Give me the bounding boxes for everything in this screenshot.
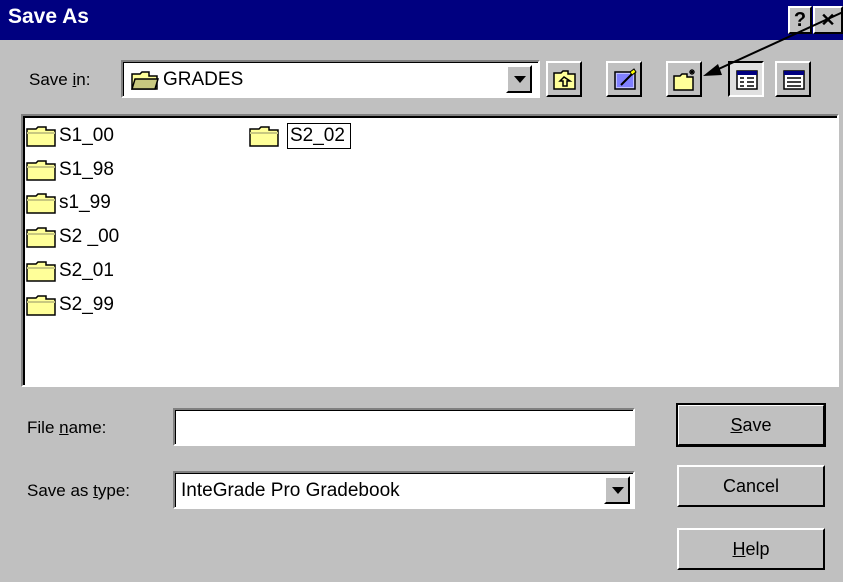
create-new-folder-icon [673, 69, 695, 91]
create-new-folder-button[interactable] [666, 61, 702, 97]
list-item[interactable]: S2_02 [249, 121, 429, 151]
save-as-dialog: Save As ? ✕ Save in: GRADES S1_00 S1_98 … [0, 0, 843, 582]
file-name-label: File name: [27, 418, 107, 437]
save-as-type-label: Save as type: [27, 481, 131, 500]
folder-icon [26, 193, 56, 214]
save-button[interactable]: Save [676, 403, 826, 447]
chevron-down-icon [612, 487, 624, 494]
list-item[interactable]: S2_01 [26, 256, 206, 286]
cancel-button[interactable]: Cancel [677, 465, 825, 507]
help-button[interactable]: Help [677, 528, 825, 570]
chevron-down-icon [514, 76, 526, 83]
save-as-type-dropdown-button[interactable] [604, 476, 630, 504]
save-in-dropdown-button[interactable] [506, 65, 532, 93]
file-name-input[interactable] [173, 408, 635, 446]
go-to-favorites-button[interactable] [606, 61, 642, 97]
list-item[interactable]: S1_98 [26, 155, 206, 185]
folder-icon [26, 261, 56, 282]
file-name: S1_00 [59, 125, 114, 146]
details-view-button[interactable] [775, 61, 811, 97]
list-item[interactable]: s1_99 [26, 188, 206, 218]
list-item[interactable]: S2_99 [26, 290, 206, 320]
list-view-icon [736, 70, 758, 90]
folder-icon [26, 126, 56, 147]
go-to-favorites-icon [614, 68, 637, 90]
folder-icon [26, 227, 56, 248]
open-folder-icon [131, 71, 159, 90]
file-name: s1_99 [59, 192, 111, 213]
folder-icon [249, 126, 279, 147]
folder-icon [26, 295, 56, 316]
file-name: S2_99 [59, 294, 114, 315]
file-name: S1_98 [59, 159, 114, 180]
list-item[interactable]: S1_00 [26, 121, 206, 151]
folder-icon [26, 160, 56, 181]
save-as-type-dropdown[interactable]: InteGrade Pro Gradebook [173, 471, 635, 509]
save-in-label: Save in: [29, 70, 91, 89]
title-bar[interactable]: Save As ? ✕ [0, 0, 843, 40]
list-view-button[interactable] [728, 61, 764, 97]
file-name: S2_01 [59, 260, 114, 281]
save-as-type-value: InteGrade Pro Gradebook [181, 480, 400, 501]
window-title: Save As [8, 5, 89, 28]
save-in-dropdown[interactable]: GRADES [121, 60, 540, 98]
up-one-level-icon [553, 70, 576, 90]
list-item[interactable]: S2 _00 [26, 222, 206, 252]
up-one-level-button[interactable] [546, 61, 582, 97]
file-name: S2 _00 [59, 226, 120, 247]
file-name[interactable]: S2_02 [287, 123, 351, 149]
close-button[interactable]: ✕ [813, 6, 843, 34]
details-view-icon [783, 70, 805, 90]
help-title-button[interactable]: ? [788, 6, 812, 34]
current-folder-name: GRADES [163, 69, 244, 90]
